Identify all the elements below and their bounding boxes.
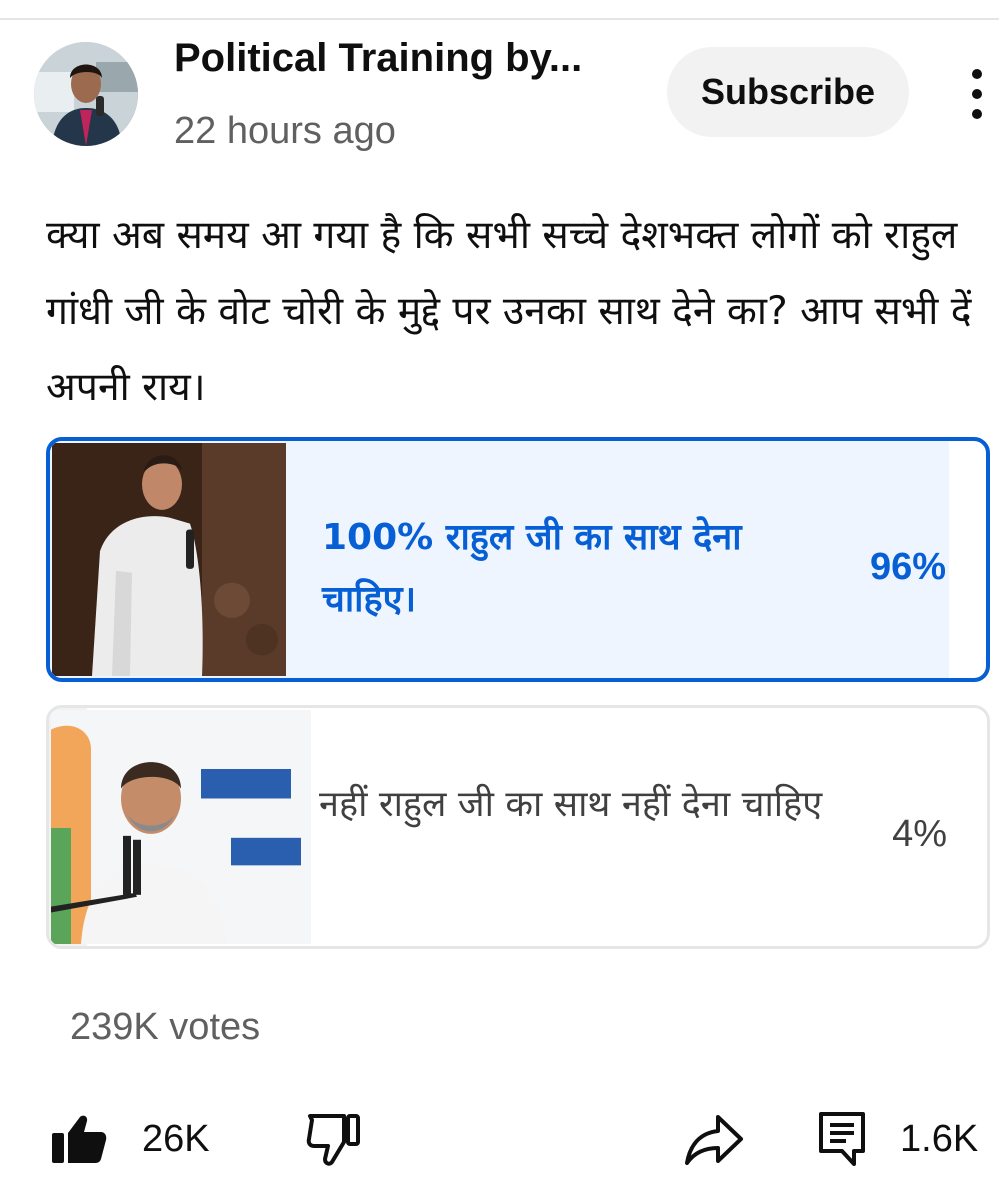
comments-button[interactable]: 1.6K: [818, 1108, 978, 1170]
poll-option-2-percent: 4%: [892, 813, 947, 855]
avatar-image: [34, 42, 138, 146]
poll-option-2-label: नहीं राहुल जी का साथ नहीं देना चाहिए: [319, 784, 823, 825]
post-timestamp: 22 hours ago: [174, 110, 396, 152]
top-divider: [0, 18, 999, 20]
thumb-down-outline-icon: [306, 1114, 360, 1166]
subscribe-button[interactable]: Subscribe: [667, 47, 909, 137]
poll-option-2-image: [51, 710, 311, 944]
poll-option-1-percent: 96%: [869, 546, 946, 588]
share-button[interactable]: [684, 1108, 744, 1170]
poll-option-1-image: [52, 443, 286, 676]
like-button[interactable]: 26K: [50, 1108, 210, 1170]
comment-count: 1.6K: [900, 1117, 979, 1160]
poll-option-1-label: 100% राहुल जी का साथ देना चाहिए।: [322, 517, 742, 620]
comment-icon: [819, 1112, 865, 1166]
like-count: 26K: [142, 1117, 210, 1160]
dislike-button[interactable]: [306, 1108, 362, 1170]
share-icon: [685, 1115, 743, 1165]
poll-option-1[interactable]: 100% राहुल जी का साथ देना चाहिए। 96%: [46, 437, 990, 682]
vote-count: 239K votes: [70, 1006, 261, 1048]
poll-question: क्या अब समय आ गया है कि सभी सच्चे देशभक्…: [46, 213, 972, 410]
channel-name[interactable]: Political Training by...: [174, 36, 582, 81]
thumb-up-filled-icon: [52, 1115, 107, 1163]
poll-option-2[interactable]: नहीं राहुल जी का साथ नहीं देना चाहिए 4%: [46, 705, 990, 949]
more-vert-icon[interactable]: [962, 68, 992, 120]
channel-avatar[interactable]: [34, 42, 138, 146]
